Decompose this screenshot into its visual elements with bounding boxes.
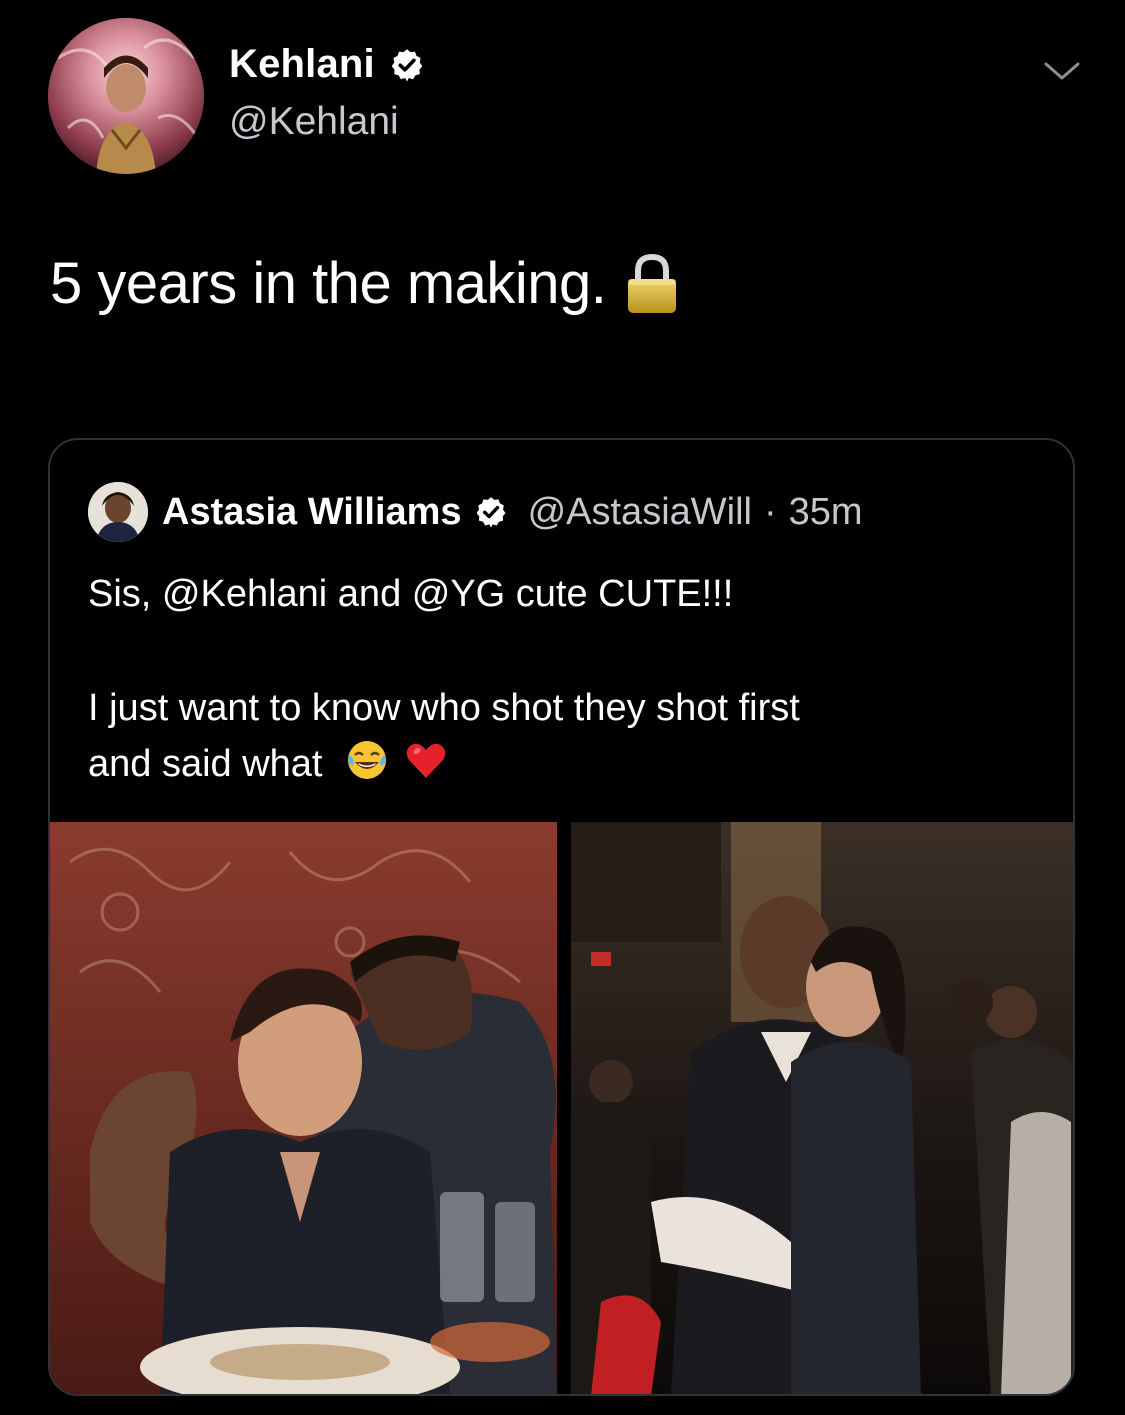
author-avatar[interactable] bbox=[48, 18, 204, 174]
quoted-separator-dot: · bbox=[763, 490, 777, 533]
avatar-image bbox=[48, 18, 204, 174]
quoted-text-blank-line bbox=[88, 622, 1038, 680]
tears-of-joy-emoji-icon bbox=[348, 741, 387, 779]
couple-embrace-photo bbox=[571, 822, 1073, 1394]
tweet-text-content: 5 years in the making. bbox=[50, 251, 607, 316]
quoted-tweet-text: Sis, @Kehlani and @YG cute CUTE!!! I jus… bbox=[88, 566, 1038, 792]
quoted-tweet-photos bbox=[50, 822, 1073, 1394]
quoted-timestamp: 35m bbox=[788, 490, 863, 533]
couple-dinner-photo bbox=[50, 822, 557, 1394]
quoted-tweet-card[interactable]: Astasia Williams @AstasiaWill · 35m Sis,… bbox=[48, 438, 1075, 1396]
author-handle[interactable]: @Kehlani bbox=[229, 100, 399, 144]
quoted-tweet-header: Astasia Williams @AstasiaWill · 35m bbox=[88, 482, 863, 542]
quoted-text-line: I just want to know who shot they shot f… bbox=[88, 687, 800, 729]
quoted-text-last-line: and said what bbox=[88, 736, 1038, 792]
quoted-photo-left[interactable] bbox=[50, 822, 557, 1394]
quoted-text-line: and said what bbox=[88, 743, 323, 785]
quoted-avatar-image bbox=[88, 482, 148, 542]
quoted-author-name: Astasia Williams bbox=[162, 490, 462, 533]
verified-badge-icon bbox=[391, 48, 423, 81]
quoted-photo-right[interactable] bbox=[571, 822, 1073, 1394]
quoted-text-line: Sis, @Kehlani and @YG cute CUTE!!! bbox=[88, 573, 734, 615]
author-display-name[interactable]: Kehlani bbox=[229, 42, 375, 87]
quoted-author-handle: @AstasiaWill bbox=[527, 490, 752, 533]
tweet: Kehlani @Kehlani 5 years in the making. bbox=[0, 0, 1125, 1415]
quoted-verified-badge-icon bbox=[476, 497, 506, 528]
quoted-author-avatar bbox=[88, 482, 148, 542]
red-heart-emoji-icon bbox=[406, 743, 445, 778]
chevron-down-icon[interactable] bbox=[1040, 56, 1084, 86]
author-name-row[interactable]: Kehlani bbox=[229, 42, 425, 87]
lock-icon bbox=[628, 253, 677, 313]
tweet-text: 5 years in the making. bbox=[50, 250, 680, 317]
